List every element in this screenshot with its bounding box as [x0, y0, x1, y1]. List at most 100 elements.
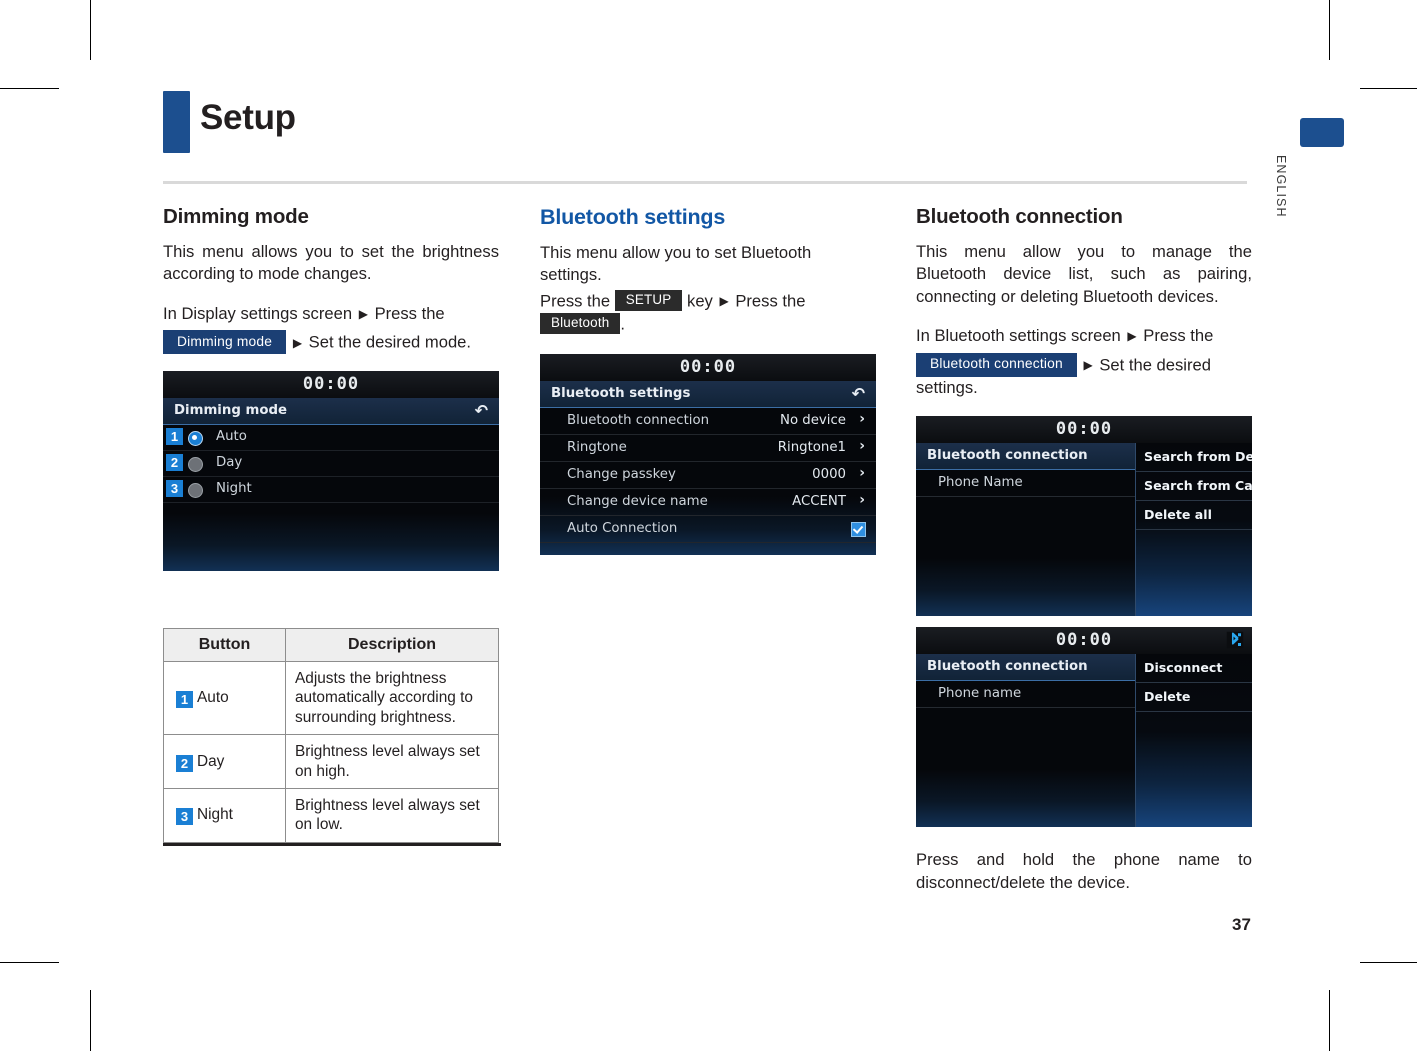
- table-cell-button: 3 Night: [163, 788, 286, 843]
- path-arrow-icon-2: ▶: [1083, 358, 1093, 373]
- radio-night[interactable]: [188, 483, 203, 499]
- setting-label: Bluetooth connection: [567, 413, 710, 429]
- setting-value: No device: [780, 413, 846, 429]
- context-menu-panel: Search from Device Search from Car Delet…: [1135, 443, 1252, 617]
- language-tab-marker: [1300, 118, 1344, 147]
- dimming-mode-path-line-2: Dimming mode ▶ Set the desired mode.: [163, 330, 499, 355]
- path-period: .: [620, 314, 626, 334]
- bluetooth-settings-intro: This menu allow you to set Bluetooth set…: [540, 242, 812, 285]
- table-row: 1 Auto Adjusts the brightness automatical…: [163, 660, 499, 736]
- bluetooth-settings-path: Press the SETUP key ▶ Press the Bluetoot…: [540, 289, 876, 336]
- table-header-button: Button: [163, 628, 286, 662]
- dimming-option-label-auto: Auto: [216, 429, 247, 445]
- bluetooth-connection-screen-2: 00:00 Bluetooth connection Phone name Di…: [916, 627, 1252, 828]
- crop-mark-bottom-left-h: [0, 962, 59, 963]
- callout-badge-2: 2: [176, 754, 193, 772]
- menu-item-label: Delete: [1144, 689, 1191, 705]
- screen-title-bar: Dimming mode ↶: [163, 398, 499, 426]
- back-arrow-icon[interactable]: ↶: [852, 384, 865, 403]
- crop-mark-top-left-v: [90, 0, 91, 60]
- screen-status-bar: 00:00: [163, 371, 499, 399]
- screen-status-bar: 00:00: [916, 627, 1252, 655]
- bluetooth-icon: [1226, 631, 1244, 649]
- table-row: 3 Night Brightness level always set on lo…: [163, 788, 499, 843]
- dimming-option-label-night: Night: [216, 481, 252, 497]
- table-cell-description: Brightness level always set on high.: [285, 734, 499, 790]
- bluetooth-connection-path-line-2: Bluetooth connection ▶ Set the desired s…: [916, 352, 1252, 400]
- table-cell-description: Brightness level always set on low.: [285, 788, 499, 843]
- menu-item-search-from-car[interactable]: Search from Car: [1136, 472, 1252, 502]
- dimming-mode-intro: This menu allows you to set the brightne…: [163, 241, 499, 284]
- setting-label: Ringtone: [567, 440, 627, 456]
- path-text-set-desired-mode: Set the desired mode.: [308, 332, 472, 352]
- screen-status-bar: 00:00: [916, 416, 1252, 444]
- callout-badge-1: 1: [176, 691, 193, 709]
- path-text-in-display-settings: In Display settings screen: [163, 303, 353, 323]
- section-heading-dimming-mode: Dimming mode: [163, 205, 309, 228]
- menu-item-search-from-device[interactable]: Search from Device: [1136, 443, 1252, 473]
- menu-item-delete-all[interactable]: Delete all: [1136, 501, 1252, 531]
- screen-clock: 00:00: [302, 374, 360, 395]
- screen-title-label: Dimming mode: [174, 403, 288, 419]
- menu-item-label: Search from Device: [1144, 449, 1252, 465]
- menu-item-label: Search from Car: [1144, 478, 1252, 494]
- callout-badge-3: 3: [166, 480, 183, 498]
- table-header-row: Button Description: [163, 628, 499, 662]
- menu-item-disconnect[interactable]: Disconnect: [1136, 654, 1252, 684]
- dimming-mode-screen: 00:00 Dimming mode ↶ 1 Auto 2 Day 3 Nigh…: [163, 371, 499, 572]
- screen-clock: 00:00: [1055, 630, 1113, 651]
- dimming-mode-path-line-1: In Display settings screen ▶ Press the: [163, 303, 499, 326]
- device-name-label: Phone Name: [938, 475, 1023, 491]
- bluetooth-connection-screen-1: 00:00 Bluetooth connection Phone Name Se…: [916, 416, 1252, 617]
- dimming-option-row[interactable]: 2 Day: [163, 451, 499, 478]
- chip-bluetooth-connection[interactable]: Bluetooth connection: [916, 352, 1077, 377]
- screen-clock: 00:00: [1055, 419, 1113, 440]
- table-cell-button: 1 Auto: [163, 660, 286, 736]
- setting-value: Ringtone1: [777, 440, 846, 456]
- chevron-right-icon: ›: [859, 438, 865, 455]
- path-text-press-the: Press the: [1143, 326, 1214, 346]
- setting-row-change-passkey[interactable]: Change passkey 0000 ›: [540, 462, 876, 490]
- screen-title-label: Bluetooth connection: [927, 659, 1088, 675]
- menu-item-delete[interactable]: Delete: [1136, 683, 1252, 713]
- table-bottom-rule: [163, 842, 501, 846]
- setting-label: Change device name: [567, 494, 708, 510]
- page-title: Setup: [200, 98, 296, 137]
- crop-mark-bottom-right-v: [1329, 990, 1330, 1051]
- setting-row-ringtone[interactable]: Ringtone Ringtone1 ›: [540, 435, 876, 463]
- header-divider: [163, 181, 1247, 184]
- chevron-right-icon: ›: [859, 411, 865, 428]
- back-arrow-icon[interactable]: ↶: [475, 401, 488, 420]
- bluetooth-settings-screen: 00:00 Bluetooth settings ↶ Bluetooth con…: [540, 354, 876, 556]
- path-text-in-bluetooth-settings: In Bluetooth settings screen: [916, 326, 1121, 346]
- chip-bluetooth[interactable]: Bluetooth: [540, 312, 621, 335]
- column-right: Bluetooth connection This menu allow you…: [916, 205, 1252, 895]
- setting-row-bluetooth-connection[interactable]: Bluetooth connection No device ›: [540, 408, 876, 436]
- crop-mark-bottom-left-v: [90, 990, 91, 1051]
- crop-mark-bottom-right-h: [1360, 962, 1417, 963]
- setting-value: 0000: [812, 467, 846, 483]
- dimming-option-row[interactable]: 3 Night: [163, 477, 499, 504]
- setting-row-change-device-name[interactable]: Change device name ACCENT ›: [540, 489, 876, 517]
- radio-day[interactable]: [188, 457, 203, 473]
- chevron-right-icon: ›: [859, 492, 865, 509]
- screen-content: Bluetooth connection No device › Rington…: [540, 408, 876, 556]
- checkbox-checked-icon[interactable]: [851, 522, 866, 538]
- callout-badge-1: 1: [166, 428, 183, 446]
- table-button-label-auto: Auto: [197, 689, 229, 707]
- bluetooth-connection-footnote: Press and hold the phone name to disconn…: [916, 850, 1252, 893]
- screen-title-label: Bluetooth settings: [551, 386, 691, 402]
- bluetooth-connection-path-line-1: In Bluetooth settings screen ▶ Press the: [916, 325, 1252, 348]
- menu-item-label: Delete all: [1144, 507, 1212, 523]
- setting-row-auto-connection[interactable]: Auto Connection: [540, 516, 876, 544]
- chip-dimming-mode[interactable]: Dimming mode: [163, 330, 287, 355]
- path-arrow-icon: ▶: [1127, 329, 1137, 344]
- column-left: Dimming mode This menu allows you to set…: [163, 205, 499, 572]
- chevron-right-icon: ›: [859, 465, 865, 482]
- screen-title-bar: Bluetooth settings ↶: [540, 381, 876, 409]
- table-cell-description: Adjusts the brightness automatically acc…: [285, 660, 499, 736]
- chip-setup-key[interactable]: SETUP: [614, 289, 683, 312]
- radio-auto[interactable]: [188, 431, 203, 447]
- crop-mark-top-left-h: [0, 88, 59, 89]
- dimming-option-row[interactable]: 1 Auto: [163, 425, 499, 452]
